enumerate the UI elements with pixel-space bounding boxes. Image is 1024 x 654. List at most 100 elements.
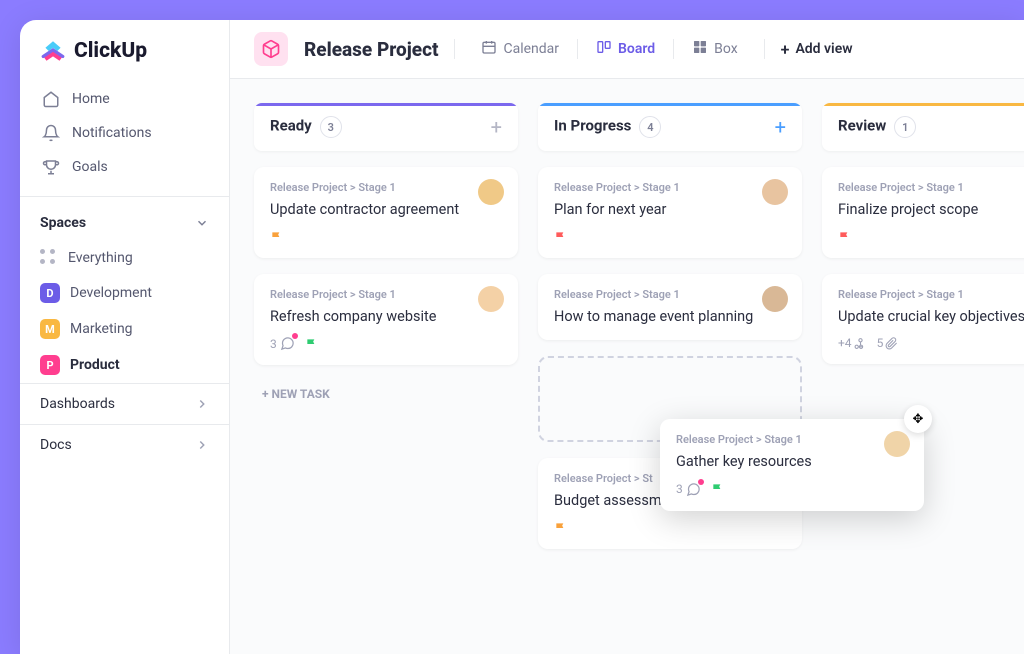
- nav-label: Goals: [72, 159, 108, 175]
- column-ready: Ready 3 + Release Project > Stage 1 Updat…: [254, 103, 518, 549]
- flag-icon: [305, 337, 319, 351]
- view-board[interactable]: Board: [586, 33, 665, 65]
- nav-item-goals[interactable]: Goals: [32, 150, 217, 184]
- comment-count: 3: [676, 482, 701, 497]
- cube-icon: [261, 39, 281, 59]
- collapsibles-list: Dashboards Docs: [20, 383, 229, 465]
- bell-icon: [42, 124, 60, 142]
- task-title: Plan for next year: [554, 200, 786, 220]
- spaces-list: D Development M Marketing P Product: [20, 275, 229, 383]
- sidebar-item-everything[interactable]: Everything: [20, 241, 229, 275]
- nav-label: Home: [72, 91, 110, 107]
- add-task-icon[interactable]: +: [775, 115, 786, 139]
- chevron-right-icon: [195, 438, 209, 452]
- column-count: 4: [639, 116, 661, 138]
- nav-section: Home Notifications Goals: [20, 78, 229, 188]
- card-meta: [554, 521, 786, 535]
- view-label: Calendar: [503, 41, 559, 57]
- add-view-button[interactable]: + Add view: [781, 40, 853, 59]
- view-calendar[interactable]: Calendar: [471, 33, 569, 65]
- chevron-down-icon: [195, 216, 209, 230]
- nav-item-home[interactable]: Home: [32, 82, 217, 116]
- task-card[interactable]: Release Project > Stage 1 How to manage …: [538, 274, 802, 341]
- trophy-icon: [42, 158, 60, 176]
- view-box[interactable]: Box: [682, 33, 748, 65]
- add-task-icon[interactable]: +: [491, 115, 502, 139]
- sidebar-item-development[interactable]: D Development: [20, 275, 229, 311]
- task-title: Gather key resources: [676, 452, 908, 472]
- breadcrumb: Release Project > Stage 1: [838, 288, 1024, 301]
- spaces-header[interactable]: Spaces: [20, 205, 229, 241]
- collapsible-label: Dashboards: [40, 396, 115, 412]
- flag-icon: [554, 521, 568, 535]
- sidebar-item-dashboards[interactable]: Dashboards: [20, 383, 229, 424]
- card-meta: [554, 230, 786, 244]
- space-label: Development: [70, 285, 152, 301]
- column-count: 1: [894, 116, 916, 138]
- sidebar-item-docs[interactable]: Docs: [20, 424, 229, 465]
- views-list: Calendar Board Box: [471, 33, 747, 65]
- card-meta: 3: [676, 482, 908, 497]
- column-header[interactable]: Review1 +: [822, 103, 1024, 151]
- flag-icon: [270, 230, 284, 244]
- column-name: In Progress: [554, 117, 631, 135]
- breadcrumb: Release Project > Stage 1: [270, 181, 502, 194]
- spaces-title: Spaces: [40, 215, 86, 231]
- collapsible-label: Docs: [40, 437, 72, 453]
- breadcrumb: Release Project > Stage 1: [270, 288, 502, 301]
- project-title: Release Project: [304, 38, 438, 61]
- avatar[interactable]: [884, 431, 910, 457]
- logo[interactable]: ClickUp: [20, 20, 229, 78]
- flag-icon: [711, 482, 725, 496]
- sidebar: ClickUp Home Notifications Goals Spaces …: [20, 20, 230, 654]
- task-card[interactable]: Release Project > Stage 1 Plan for next …: [538, 167, 802, 258]
- view-label: Box: [714, 41, 738, 57]
- task-title: Update crucial key objectives: [838, 307, 1024, 327]
- card-meta: [838, 230, 1024, 244]
- avatar[interactable]: [478, 286, 504, 312]
- task-title: How to manage event planning: [554, 307, 786, 327]
- space-badge: P: [40, 355, 60, 375]
- task-card[interactable]: Release Project > Stage 1 Update contrac…: [254, 167, 518, 258]
- avatar[interactable]: [762, 179, 788, 205]
- box-icon: [692, 39, 708, 59]
- avatar[interactable]: [478, 179, 504, 205]
- column-name: Ready: [270, 117, 312, 135]
- divider: [20, 196, 229, 197]
- breadcrumb: Release Project > Stage 1: [838, 181, 1024, 194]
- project-icon[interactable]: [254, 32, 288, 66]
- task-card[interactable]: Release Project > Stage 1 Refresh compan…: [254, 274, 518, 366]
- space-label: Product: [70, 357, 120, 373]
- avatar[interactable]: [762, 286, 788, 312]
- board-icon: [596, 39, 612, 59]
- column-header[interactable]: Ready 3 +: [254, 103, 518, 151]
- column-count: 3: [320, 116, 342, 138]
- column-name: Review: [838, 117, 886, 135]
- nav-label: Notifications: [72, 125, 152, 141]
- space-badge: D: [40, 283, 60, 303]
- sidebar-item-marketing[interactable]: M Marketing: [20, 311, 229, 347]
- logo-text: ClickUp: [74, 39, 147, 63]
- move-icon: ✥: [904, 405, 932, 433]
- chevron-right-icon: [195, 397, 209, 411]
- view-label: Board: [618, 41, 655, 57]
- dragging-task-card[interactable]: ✥ Release Project > Stage 1 Gather key r…: [660, 419, 924, 511]
- subtask-count: +4: [838, 336, 867, 350]
- separator: [764, 39, 765, 59]
- task-card[interactable]: Release Project > Stage 1 Update crucial…: [822, 274, 1024, 365]
- task-title: Update contractor agreement: [270, 200, 502, 220]
- main: Release Project Calendar Board Box + Add…: [230, 20, 1024, 654]
- card-meta: [270, 230, 502, 244]
- calendar-icon: [481, 39, 497, 59]
- sidebar-item-product[interactable]: P Product: [20, 347, 229, 383]
- nav-item-notifications[interactable]: Notifications: [32, 116, 217, 150]
- space-label: Marketing: [70, 321, 133, 337]
- breadcrumb: Release Project > Stage 1: [554, 288, 786, 301]
- column-header[interactable]: In Progress 4 +: [538, 103, 802, 151]
- task-title: Finalize project scope: [838, 200, 1024, 220]
- grid-icon: [40, 249, 58, 267]
- task-title: Refresh company website: [270, 307, 502, 327]
- task-card[interactable]: Release Project > Stage 1 Finalize proje…: [822, 167, 1024, 258]
- add-view-label: Add view: [795, 41, 852, 57]
- new-task-button[interactable]: + NEW TASK: [254, 381, 518, 407]
